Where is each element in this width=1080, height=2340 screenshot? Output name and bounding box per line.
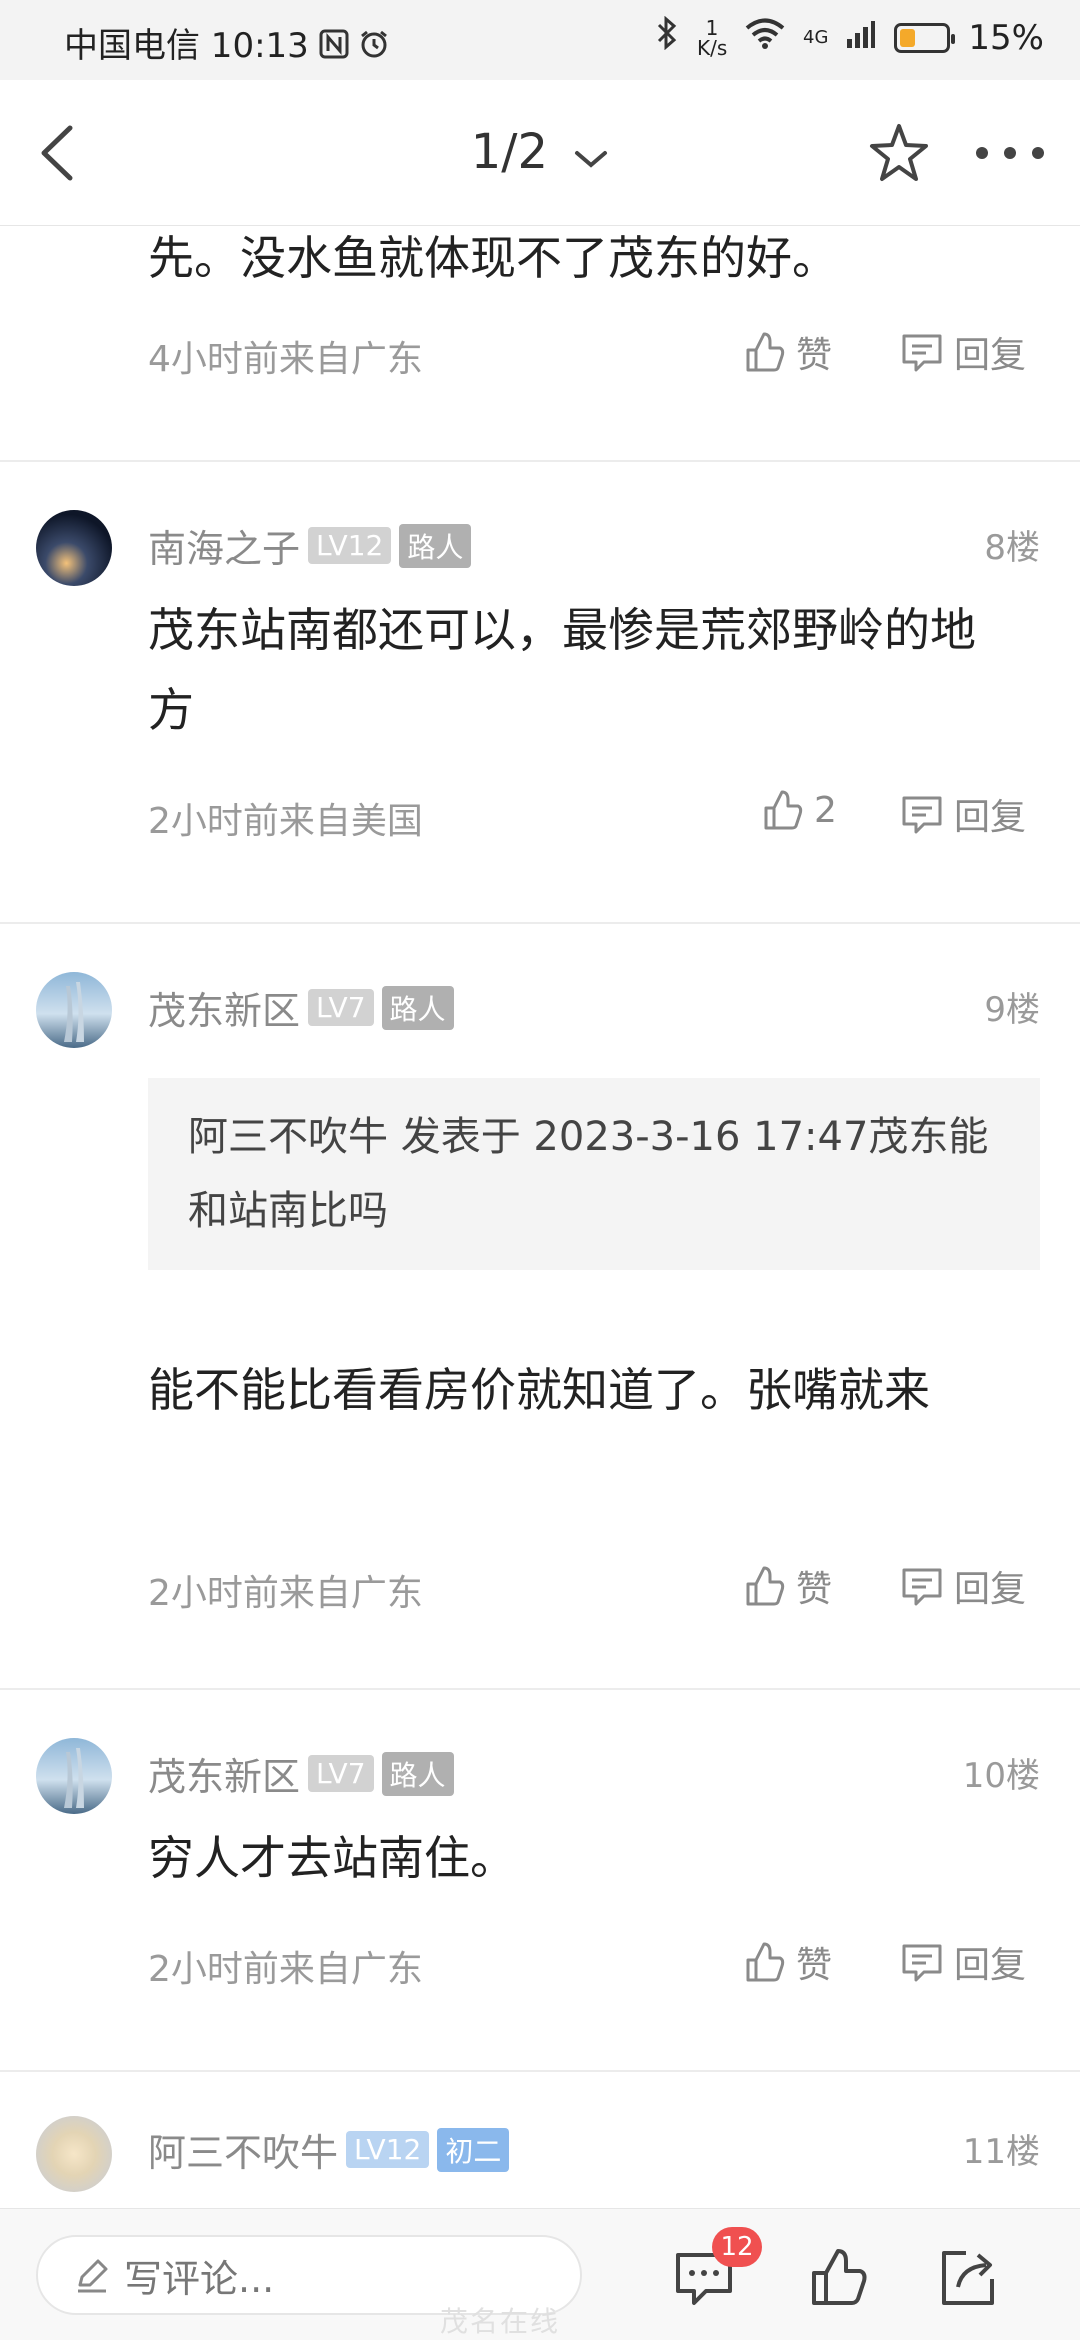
avatar[interactable] <box>36 1738 112 1814</box>
favorite-button[interactable] <box>866 120 932 186</box>
user-tag: 路人 <box>381 1751 454 1796</box>
reply-label: 回复 <box>954 335 1027 376</box>
comment-meta: 4小时前来自广东 <box>148 339 423 380</box>
comment-meta: 2小时前来自广东 <box>148 1573 423 1614</box>
thumbs-up-icon <box>812 2249 867 2305</box>
reply-button[interactable]: 回复 <box>900 788 1026 840</box>
avatar[interactable] <box>36 510 112 586</box>
more-button[interactable] <box>970 120 1050 186</box>
floor-number: 10楼 <box>962 1756 1040 1796</box>
user-tag: 路人 <box>399 523 472 568</box>
like-post-button[interactable] <box>806 2245 870 2309</box>
more-icon <box>976 147 1044 159</box>
comment-item: 茂东新区 LV7 路人 10楼 穷人才去站南住。 2小时前来自广东 赞 回复 <box>0 1690 1080 2072</box>
star-icon <box>870 124 928 181</box>
like-button[interactable]: 赞 <box>742 1936 832 1988</box>
floor-number: 9楼 <box>984 990 1040 1030</box>
status-right: 1 K/s 4G 15% <box>655 15 1044 60</box>
share-button[interactable] <box>936 2245 1000 2309</box>
battery-level <box>900 28 916 47</box>
comment-placeholder: 写评论... <box>124 2256 275 2301</box>
thumbs-up-icon <box>746 1566 785 1606</box>
quoted-comment[interactable]: 阿三不吹牛 发表于 2023-3-16 17:47茂东能和站南比吗 <box>148 1078 1040 1270</box>
level-badge: LV12 <box>308 527 392 564</box>
level-badge: LV7 <box>308 1755 374 1792</box>
username[interactable]: 茂东新区 <box>148 1746 300 1801</box>
reply-icon <box>902 334 942 372</box>
reply-label: 回复 <box>954 1569 1027 1610</box>
top-nav: 1/2 <box>0 80 1080 226</box>
comment-text: 穷人才去站南住。 <box>148 1831 516 1885</box>
comment-item: 阿三不吹牛 LV12 初二 11楼 <box>0 2072 1080 2208</box>
status-left: 中国电信 10:13 <box>64 18 389 67</box>
like-button[interactable]: 2 <box>760 788 837 832</box>
reply-icon <box>902 796 942 834</box>
pencil-icon <box>78 2259 108 2293</box>
bluetooth-icon <box>655 15 679 59</box>
user-info: 茂东新区 LV7 路人 <box>148 1746 454 1801</box>
comment-item: 南海之子 LV12 路人 8楼 茂东站南都还可以，最惨是荒郊野岭的地方 2小时前… <box>0 462 1080 924</box>
user-info: 茂东新区 LV7 路人 <box>148 980 454 1035</box>
user-info: 南海之子 LV12 路人 <box>148 518 472 573</box>
user-tag: 初二 <box>437 2127 510 2172</box>
carrier-time: 中国电信 10:13 <box>64 26 309 66</box>
thumbs-up-icon <box>764 790 803 830</box>
username[interactable]: 茂东新区 <box>148 980 300 1035</box>
watermark: 茂名在线 <box>440 2305 561 2338</box>
user-tag: 路人 <box>381 985 454 1030</box>
reply-label: 回复 <box>954 797 1027 838</box>
user-info: 阿三不吹牛 LV12 初二 <box>148 2122 510 2177</box>
reply-button[interactable]: 回复 <box>900 326 1026 378</box>
comment-item: 茂东新区 LV7 路人 9楼 阿三不吹牛 发表于 2023-3-16 17:47… <box>0 924 1080 1690</box>
comment-text: 能不能比看看房价就知道了。张嘴就来 <box>148 1363 930 1417</box>
thumbs-up-icon <box>746 332 785 372</box>
comment-meta: 2小时前来自广东 <box>148 1949 423 1990</box>
comment-meta: 2小时前来自美国 <box>148 801 423 842</box>
battery-icon <box>894 22 956 53</box>
status-bar: 中国电信 10:13 1 K/s 4G 15% <box>0 0 1080 80</box>
reply-label: 回复 <box>954 1945 1027 1986</box>
reply-button[interactable]: 回复 <box>900 1936 1026 1988</box>
page-indicator: 1/2 <box>470 124 548 180</box>
like-count: 2 <box>814 789 837 831</box>
like-label: 赞 <box>796 1945 833 1986</box>
signal-label: 4G <box>803 27 829 48</box>
share-icon <box>942 2251 994 2305</box>
reply-icon <box>902 1568 942 1606</box>
comment-text: 茂东站南都还可以，最惨是荒郊野岭的地方 <box>148 603 976 737</box>
level-badge: LV7 <box>308 989 374 1026</box>
chevron-down-icon <box>573 127 609 183</box>
like-label: 赞 <box>796 335 833 376</box>
username[interactable]: 南海之子 <box>148 518 300 573</box>
like-label: 赞 <box>796 1569 833 1610</box>
comment-count-badge: 12 <box>712 2227 762 2267</box>
reply-button[interactable]: 回复 <box>900 1560 1026 1612</box>
battery-percent: 15% <box>968 17 1044 58</box>
floor-number: 8楼 <box>984 528 1040 568</box>
username[interactable]: 阿三不吹牛 <box>148 2122 338 2177</box>
thumbs-up-icon <box>746 1942 785 1982</box>
signal-icon <box>846 18 876 58</box>
reply-icon <box>902 1944 942 1982</box>
comment-feed[interactable]: 先。没水鱼就体现不了茂东的好。 4小时前来自广东 赞 回复 南海之子 LV12 … <box>0 226 1080 2208</box>
floor-number: 11楼 <box>962 2132 1040 2172</box>
comment-text: 先。没水鱼就体现不了茂东的好。 <box>148 231 838 285</box>
avatar[interactable] <box>36 2116 112 2192</box>
like-button[interactable]: 赞 <box>742 326 832 378</box>
alarm-icon <box>359 28 389 58</box>
level-badge: LV12 <box>346 2131 430 2168</box>
like-button[interactable]: 赞 <box>742 1560 832 1612</box>
comment-item: 先。没水鱼就体现不了茂东的好。 4小时前来自广东 赞 回复 <box>0 226 1080 462</box>
nfc-icon <box>319 28 349 58</box>
avatar[interactable] <box>36 972 112 1048</box>
net-speed: 1 K/s <box>697 15 728 60</box>
wifi-icon <box>745 17 785 58</box>
